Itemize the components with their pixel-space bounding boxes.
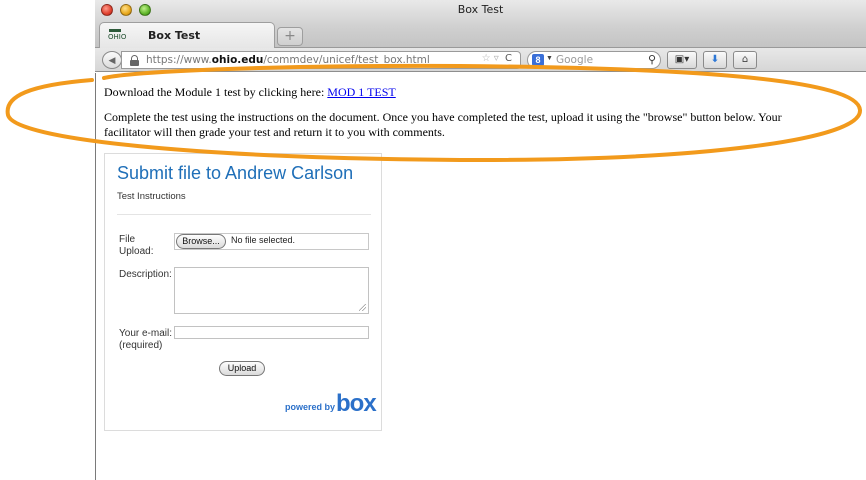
- email-field[interactable]: [174, 326, 369, 339]
- instructions-paragraph: Complete the test using the instructions…: [104, 110, 782, 139]
- tab-label: Box Test: [148, 29, 201, 42]
- browse-button[interactable]: Browse...: [176, 234, 226, 249]
- download-line: Download the Module 1 test by clicking h…: [104, 85, 396, 99]
- home-icon: ⌂: [741, 54, 749, 65]
- new-tab-button[interactable]: +: [277, 27, 303, 46]
- box-logo[interactable]: box: [336, 390, 377, 418]
- url-text: https://www.ohio.edu/commdev/unicef/test…: [146, 54, 430, 66]
- powered-by-text: powered by: [285, 402, 336, 412]
- bookmarks-button[interactable]: ▣▾: [667, 51, 697, 69]
- form-divider: [117, 214, 371, 215]
- navigation-toolbar: ◀ https://www.ohio.edu/commdev/unicef/te…: [95, 48, 866, 72]
- mod1-test-link[interactable]: MOD 1 TEST: [327, 85, 395, 99]
- resize-handle-icon[interactable]: [359, 304, 366, 311]
- page-content: Download the Module 1 test by clicking h…: [95, 73, 866, 480]
- downloads-button[interactable]: ⬇: [703, 51, 727, 69]
- file-upload-label: File Upload:: [119, 234, 154, 257]
- file-status-text: No file selected.: [231, 235, 296, 245]
- tab-box-test[interactable]: OHIO Box Test: [99, 22, 275, 48]
- email-label: Your e-mail: (required): [119, 328, 172, 351]
- download-arrow-icon: ⬇: [710, 54, 720, 65]
- bookmark-star-icon[interactable]: ☆: [482, 53, 491, 64]
- form-subtitle: Test Instructions: [117, 191, 186, 202]
- form-title: Submit file to Andrew Carlson: [117, 163, 354, 183]
- box-upload-form: Submit file to Andrew Carlson Test Instr…: [104, 153, 382, 431]
- bookmarks-icon: ▣▾: [674, 54, 690, 65]
- back-button[interactable]: ◀: [102, 51, 122, 69]
- browser-window: Box Test OHIO Box Test + ◀ https://www.o…: [95, 0, 866, 480]
- search-engine-icon[interactable]: 8: [532, 54, 544, 66]
- lock-icon: [130, 55, 139, 66]
- address-bar[interactable]: https://www.ohio.edu/commdev/unicef/test…: [121, 51, 521, 69]
- home-button[interactable]: ⌂: [733, 51, 757, 69]
- search-icon[interactable]: ⚲: [648, 53, 656, 66]
- history-dropdown-icon[interactable]: ▿: [494, 53, 499, 64]
- upload-button[interactable]: Upload: [219, 361, 265, 376]
- description-label: Description:: [119, 269, 172, 280]
- engine-dropdown-icon[interactable]: ▼: [546, 55, 553, 62]
- search-bar[interactable]: 8 ▼ Google ⚲: [527, 51, 661, 69]
- description-textarea[interactable]: [174, 267, 369, 314]
- search-placeholder: Google: [556, 54, 594, 66]
- back-arrow-icon: ◀: [108, 55, 116, 65]
- reload-icon[interactable]: C: [505, 53, 512, 64]
- window-title: Box Test: [457, 3, 504, 16]
- ohio-favicon-icon: OHIO: [108, 28, 126, 42]
- title-bar: Box Test OHIO Box Test +: [95, 0, 866, 48]
